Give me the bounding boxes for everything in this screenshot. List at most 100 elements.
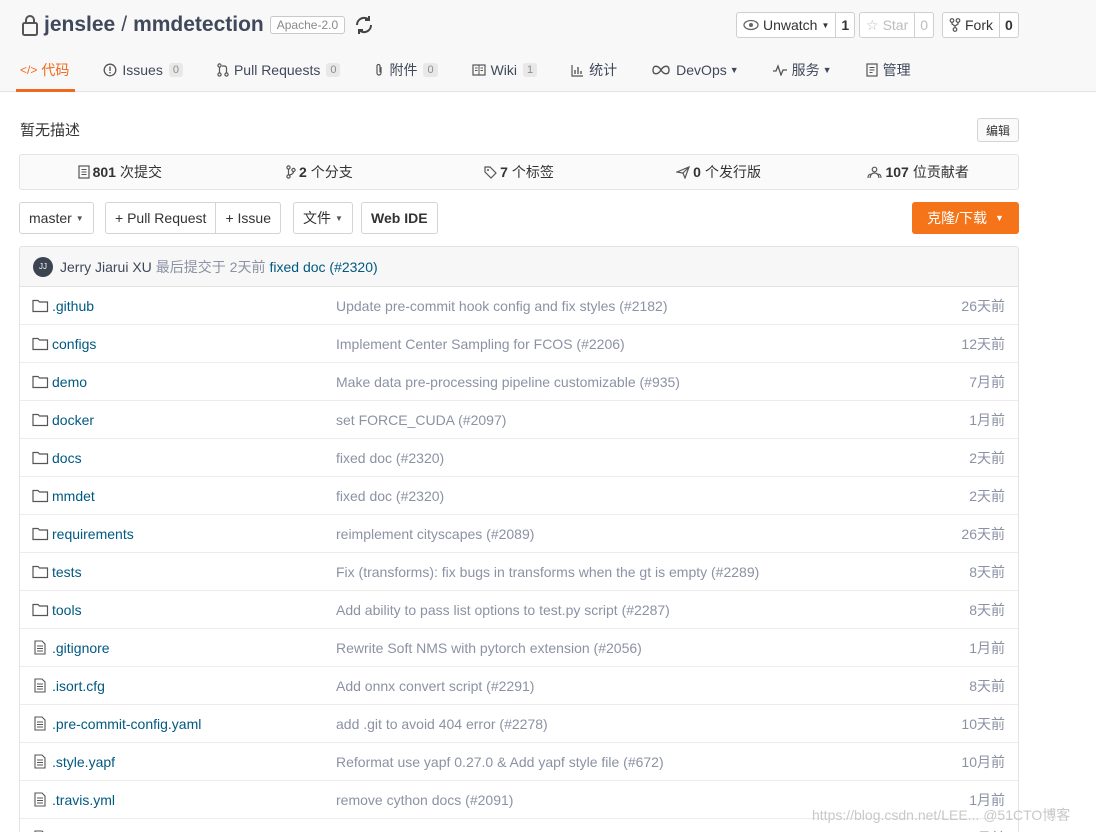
file-commit-message[interactable]: remove cython docs (#2091): [336, 792, 513, 808]
star-button[interactable]: ☆ Star: [859, 12, 916, 38]
file-menu-wrapper: 文件 ▼: [293, 202, 353, 234]
file-commit-message[interactable]: Implement Center Sampling for FCOS (#220…: [336, 336, 625, 352]
license-badge[interactable]: Apache-2.0: [269, 16, 346, 34]
release-icon: [676, 165, 691, 179]
file-commit-message[interactable]: fixed doc (#2320): [336, 488, 444, 504]
file-row[interactable]: requirements reimplement cityscapes (#208…: [20, 515, 1018, 553]
file-name-link[interactable]: .pre-commit-config.yaml: [52, 716, 201, 732]
file-commit-message[interactable]: Make data pre-processing pipeline custom…: [336, 374, 680, 390]
new-issue-button[interactable]: + Issue: [216, 202, 281, 234]
tab-label: 服务: [791, 62, 820, 78]
last-commit-bar: JJ Jerry Jiarui XU 最后提交于 2天前 fixed doc (…: [20, 247, 1018, 287]
repo-owner-link[interactable]: jenslee: [44, 13, 115, 37]
file-row[interactable]: demo Make data pre-processing pipeline cu…: [20, 363, 1018, 401]
branch-select-wrapper: master ▼: [19, 202, 94, 234]
file-commit-time: 12天前: [961, 335, 1005, 352]
file-row[interactable]: .isort.cfg Add onnx convert script (#2291…: [20, 667, 1018, 705]
file-name-link[interactable]: docker: [52, 412, 94, 428]
file-name-link[interactable]: demo: [52, 374, 87, 390]
file-commit-message[interactable]: add .git to avoid 404 error (#2278): [336, 716, 548, 732]
file-commit-message[interactable]: Add onnx convert script (#2291): [336, 678, 534, 694]
contributors-stat[interactable]: 107 位贡献者: [818, 155, 1018, 189]
commit-author[interactable]: Jerry Jiarui XU: [60, 259, 152, 275]
repo-tabs: </> 代码 Issues 0 Pull Requests 0 附件 0 Wik…: [15, 50, 945, 92]
folder-icon: [32, 489, 49, 503]
star-count[interactable]: 0: [915, 12, 935, 38]
file-commit-message[interactable]: fixed doc (#2320): [336, 450, 444, 466]
repo-name-link[interactable]: mmdetection: [133, 13, 264, 37]
file-commit-message[interactable]: Rewrite Soft NMS with pytorch extension …: [336, 640, 642, 656]
file-name-link[interactable]: .isort.cfg: [52, 678, 105, 694]
repo-description: 暂无描述: [20, 122, 81, 139]
file-row[interactable]: .style.yapf Reformat use yapf 0.27.0 & Ad…: [20, 743, 1018, 781]
tab-manage[interactable]: 管理: [865, 50, 911, 90]
tab-code[interactable]: </> 代码: [15, 50, 76, 92]
watermark: https://blog.csdn.net/LEE... @51CTO博客: [812, 807, 1071, 823]
file-commit-message[interactable]: set FORCE_CUDA (#2097): [336, 412, 506, 428]
file-name-link[interactable]: configs: [52, 336, 96, 352]
star-label: Star: [882, 17, 909, 33]
commit-message-link[interactable]: fixed doc (#2320): [269, 259, 377, 275]
edit-description-button[interactable]: 编辑: [977, 118, 1019, 142]
repo-title: jenslee / mmdetection Apache-2.0: [20, 11, 375, 39]
file-menu-button[interactable]: 文件 ▼: [293, 202, 353, 234]
file-commit-time: 10月前: [961, 753, 1005, 770]
file-row[interactable]: tools Add ability to pass list options to…: [20, 591, 1018, 629]
new-pull-request-button[interactable]: + Pull Request: [105, 202, 217, 234]
file-commit-message[interactable]: Update pre-commit hook config and fix st…: [336, 298, 668, 314]
tab-pull-requests[interactable]: Pull Requests 0: [217, 50, 341, 90]
file-name-link[interactable]: docs: [52, 450, 82, 466]
file-row[interactable]: .github Update pre-commit hook config and…: [20, 287, 1018, 325]
clone-download-button[interactable]: 克隆/下载 ▼: [912, 202, 1019, 234]
watch-count[interactable]: 1: [836, 12, 856, 38]
file-name-link[interactable]: tools: [52, 602, 82, 618]
tab-services[interactable]: 服务 ▼: [772, 50, 832, 90]
folder-icon: [32, 451, 49, 465]
file-commit-message[interactable]: reimplement cityscapes (#2089): [336, 526, 534, 542]
tab-attachments[interactable]: 附件 0: [374, 50, 438, 90]
tab-label: 统计: [589, 62, 618, 78]
file-name-link[interactable]: .gitignore: [52, 640, 110, 656]
file-row[interactable]: mmdet fixed doc (#2320) 2天前: [20, 477, 1018, 515]
avatar[interactable]: JJ: [33, 256, 53, 277]
file-name-link[interactable]: requirements: [52, 526, 134, 542]
file-row[interactable]: tests Fix (transforms): fix bugs in trans…: [20, 553, 1018, 591]
fork-count[interactable]: 0: [1000, 12, 1019, 38]
tab-issues[interactable]: Issues 0: [103, 50, 183, 90]
releases-stat[interactable]: 0 个发行版: [619, 155, 819, 189]
tab-label: 代码: [41, 62, 70, 78]
tab-label: Issues: [122, 62, 163, 78]
file-commit-message[interactable]: Reformat use yapf 0.27.0 & Add yapf styl…: [336, 754, 664, 770]
contributors-label: 位贡献者: [912, 164, 969, 180]
folder-icon: [32, 375, 49, 389]
commits-count: 801: [92, 164, 116, 180]
file-row[interactable]: docs fixed doc (#2320) 2天前: [20, 439, 1018, 477]
tags-stat[interactable]: 7 个标签: [419, 155, 619, 189]
file-name-link[interactable]: mmdet: [52, 488, 95, 504]
web-ide-button[interactable]: Web IDE: [361, 202, 438, 234]
file-name-link[interactable]: .style.yapf: [52, 754, 115, 770]
branches-stat[interactable]: 2 个分支: [220, 155, 420, 189]
file-row[interactable]: docker set FORCE_CUDA (#2097) 1月前: [20, 401, 1018, 439]
tab-devops[interactable]: DevOps ▼: [651, 50, 739, 90]
branch-select[interactable]: master ▼: [19, 202, 94, 234]
file-name-link[interactable]: .github: [52, 298, 94, 314]
file-commit-message[interactable]: Fix (transforms): fix bugs in transforms…: [336, 564, 759, 580]
folder-icon: [32, 337, 49, 351]
tab-stats[interactable]: 统计: [571, 50, 617, 90]
file-row[interactable]: configs Implement Center Sampling for FCO…: [20, 325, 1018, 363]
fork-button[interactable]: Fork: [942, 12, 1000, 38]
file-name-link[interactable]: tests: [52, 564, 82, 580]
file-row[interactable]: .gitignore Rewrite Soft NMS with pytorch …: [20, 629, 1018, 667]
sync-icon[interactable]: [353, 14, 375, 36]
file-name-link[interactable]: .travis.yml: [52, 792, 115, 808]
stats-icon: [571, 64, 584, 77]
file-commit-message[interactable]: Add ability to pass list options to test…: [336, 602, 670, 618]
issues-icon: [103, 63, 117, 77]
file-row[interactable]: .pre-commit-config.yaml add .git to avoid…: [20, 705, 1018, 743]
commits-stat[interactable]: 801 次提交: [20, 155, 220, 189]
tab-wiki[interactable]: Wiki 1: [471, 50, 538, 90]
paperclip-icon: [376, 63, 383, 76]
unwatch-button[interactable]: Unwatch ▼: [736, 12, 837, 38]
chevron-down-icon: ▼: [821, 20, 830, 30]
